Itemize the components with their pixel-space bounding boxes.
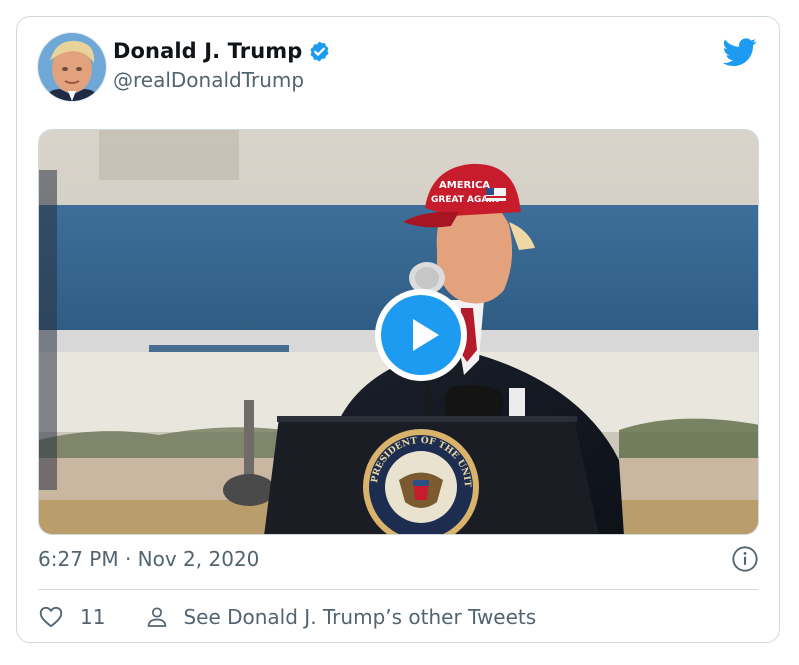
like-count[interactable]: 11: [80, 605, 105, 629]
hat-text-line1: AMERICA: [439, 180, 490, 191]
twitter-bird-icon[interactable]: [722, 35, 757, 69]
author-name-text[interactable]: Donald J. Trump: [113, 39, 302, 63]
info-icon[interactable]: [731, 545, 759, 573]
author-avatar[interactable]: [37, 32, 107, 102]
heart-icon: [39, 606, 63, 628]
see-other-tweets-label[interactable]: See Donald J. Trump’s other Tweets: [183, 605, 536, 629]
person-icon: [148, 607, 167, 627]
play-icon: [375, 289, 467, 381]
see-other-tweets-link[interactable]: See Donald J. Trump’s other Tweets: [145, 605, 536, 629]
author-name[interactable]: Donald J. Trump: [113, 39, 331, 63]
author-handle[interactable]: @realDonaldTrump: [113, 68, 304, 92]
verified-badge-icon: [308, 40, 331, 63]
like-button[interactable]: 11: [38, 604, 105, 630]
tweet-timestamp[interactable]: 6:27 PM · Nov 2, 2020: [38, 547, 259, 571]
tweet-card: Donald J. Trump @realDonaldTrump AMERICA…: [16, 16, 780, 643]
play-button[interactable]: [373, 287, 469, 383]
video-player[interactable]: AMERICA GREAT AGAIN PRESIDENT OF THE UNI…: [38, 129, 759, 535]
divider: [38, 589, 758, 590]
tweet-actions: 11 See Donald J. Trump’s other Tweets: [38, 599, 536, 635]
